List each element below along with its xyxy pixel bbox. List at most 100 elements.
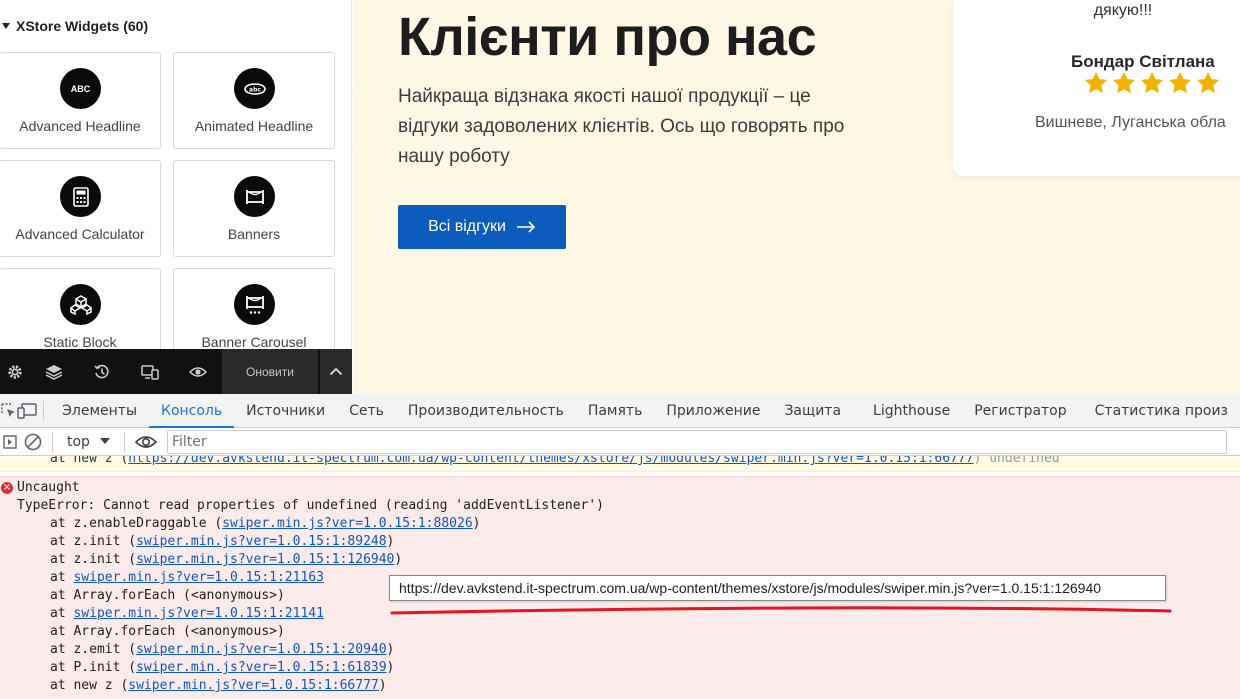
star-icon bbox=[1112, 71, 1136, 93]
widget-animated-headline[interactable]: abc Animated Headline bbox=[173, 52, 335, 149]
devtools: Элементы Консоль Источники Сеть Производ… bbox=[0, 394, 1240, 699]
stack-frame: at z.enableDraggable (swiper.min.js?ver=… bbox=[50, 515, 480, 533]
review-text: дякую!!! bbox=[1093, 2, 1153, 19]
history-icon[interactable] bbox=[78, 349, 126, 394]
widget-advanced-headline[interactable]: ABC Advanced Headline bbox=[0, 52, 161, 149]
frame-text: at z.emit ( bbox=[50, 642, 137, 657]
frame-text: at Array.forEach (<anonymous>) bbox=[50, 588, 285, 603]
page-preview: Клієнти про нас Найкраща відзнака якості… bbox=[353, 0, 1240, 394]
widget-category-header[interactable]: XStore Widgets (60) bbox=[0, 12, 148, 40]
widget-label: Advanced Calculator bbox=[15, 226, 145, 242]
reviewer-name: Бондар Світлана bbox=[1071, 52, 1215, 71]
stack-frame: at z.init (swiper.min.js?ver=1.0.15:1:89… bbox=[50, 533, 394, 551]
svg-text:abc: abc bbox=[249, 86, 261, 93]
widget-category-title: XStore Widgets (60) bbox=[16, 18, 149, 34]
source-link[interactable]: swiper.min.js?ver=1.0.15:1:21141 bbox=[73, 606, 323, 621]
frame-text: at Array.forEach (<anonymous>) bbox=[50, 624, 285, 639]
frame-text: at z.enableDraggable ( bbox=[50, 516, 223, 531]
frame-close: ) bbox=[386, 642, 395, 657]
device-toolbar-icon[interactable] bbox=[17, 394, 38, 428]
warning-line: at new z (https://dev.avkstend.it-spectr… bbox=[50, 456, 1060, 466]
stack-frame: at swiper.min.js?ver=1.0.15:1:21163 bbox=[50, 569, 324, 587]
rating-stars bbox=[1083, 70, 1221, 96]
section-title: Клієнти про нас bbox=[398, 7, 817, 67]
error-x-icon: × bbox=[1, 482, 13, 494]
all-reviews-button[interactable]: Всі відгуки bbox=[398, 205, 566, 249]
stack-frame: at P.init (swiper.min.js?ver=1.0.15:1:61… bbox=[50, 659, 394, 677]
console-warning-row: at new z (https://dev.avkstend.it-spectr… bbox=[0, 456, 1240, 472]
abc-icon: ABC bbox=[60, 68, 101, 109]
frame-close: ) bbox=[472, 516, 481, 531]
panel-footer: Оновити bbox=[0, 349, 352, 394]
navigator-layers-icon[interactable] bbox=[30, 349, 78, 394]
tab-performance[interactable]: Производительность bbox=[396, 394, 576, 428]
stack-frame: at swiper.min.js?ver=1.0.15:1:21141 bbox=[50, 605, 324, 623]
update-button[interactable]: Оновити bbox=[222, 349, 318, 394]
source-link[interactable]: swiper.min.js?ver=1.0.15:1:61839 bbox=[136, 660, 386, 675]
inspect-element-icon[interactable] bbox=[0, 394, 17, 428]
widget-advanced-calculator[interactable]: Advanced Calculator bbox=[0, 160, 161, 257]
tab-lighthouse[interactable]: Lighthouse bbox=[861, 394, 962, 428]
widget-label: Banner Carousel bbox=[201, 334, 307, 350]
star-icon bbox=[1084, 71, 1108, 93]
caret-down-icon bbox=[2, 23, 10, 29]
elementor-panel: XStore Widgets (60) ABC Advanced Headlin… bbox=[0, 0, 352, 394]
source-link[interactable]: swiper.min.js?ver=1.0.15:1:89248 bbox=[136, 534, 386, 549]
context-value: top bbox=[67, 433, 90, 450]
divider bbox=[123, 431, 125, 452]
stack-frame: at new z (swiper.min.js?ver=1.0.15:1:667… bbox=[50, 677, 387, 695]
star-icon bbox=[1168, 71, 1192, 93]
tab-elements[interactable]: Элементы bbox=[50, 394, 149, 428]
settings-gear-icon[interactable] bbox=[0, 349, 30, 394]
context-selector[interactable]: top bbox=[59, 434, 118, 450]
all-reviews-label: Всі відгуки bbox=[428, 218, 506, 235]
stack-frame: at z.init (swiper.min.js?ver=1.0.15:1:12… bbox=[50, 551, 402, 569]
stack-frame: at Array.forEach (<anonymous>) bbox=[50, 623, 285, 641]
live-expression-eye-icon[interactable] bbox=[131, 425, 161, 459]
review-card: дякую!!! Бондар Світлана Вишневе, Луганс… bbox=[953, 0, 1240, 176]
tab-console[interactable]: Консоль bbox=[149, 394, 235, 428]
clear-console-icon[interactable] bbox=[20, 425, 46, 459]
tab-memory[interactable]: Память bbox=[576, 394, 655, 428]
preview-eye-icon[interactable] bbox=[174, 349, 222, 394]
stack-frame: at Array.forEach (<anonymous>) bbox=[50, 587, 285, 605]
dropdown-arrow-icon bbox=[99, 438, 110, 444]
tab-application[interactable]: Приложение bbox=[654, 394, 772, 428]
star-icon bbox=[1196, 71, 1220, 93]
console-output: at new z (https://dev.avkstend.it-spectr… bbox=[0, 456, 1240, 699]
widget-label: Static Block bbox=[43, 334, 117, 350]
link-url-tooltip: https://dev.avkstend.it-spectrum.com.ua/… bbox=[389, 575, 1166, 601]
frame-close: ) bbox=[394, 552, 403, 567]
responsive-mode-icon[interactable] bbox=[126, 349, 174, 394]
banner-icon bbox=[234, 176, 275, 217]
source-link[interactable]: swiper.min.js?ver=1.0.15:1:126940 bbox=[136, 552, 394, 567]
error-header[interactable]: Uncaught bbox=[17, 479, 80, 497]
devtools-tabbar: Элементы Консоль Источники Сеть Производ… bbox=[0, 394, 1240, 428]
frame-text: at z.init ( bbox=[50, 534, 137, 549]
frame-text: at bbox=[50, 606, 74, 621]
chevron-up-icon[interactable] bbox=[320, 349, 352, 394]
tab-sources[interactable]: Источники bbox=[234, 394, 337, 428]
tab-security[interactable]: Защита bbox=[772, 394, 853, 428]
console-filter-input[interactable] bbox=[166, 429, 1227, 454]
source-link[interactable]: swiper.min.js?ver=1.0.15:1:20940 bbox=[136, 642, 386, 657]
banner-carousel-icon bbox=[234, 284, 275, 325]
frame-text: at P.init ( bbox=[50, 660, 137, 675]
cubes-icon bbox=[60, 284, 101, 325]
widget-banners[interactable]: Banners bbox=[173, 160, 335, 257]
sidebar-toggle-icon[interactable] bbox=[0, 425, 20, 459]
source-link[interactable]: swiper.min.js?ver=1.0.15:1:21163 bbox=[73, 570, 323, 585]
console-toolbar: top bbox=[0, 428, 1240, 456]
tab-performance-insights[interactable]: Статистика произ bbox=[1083, 394, 1240, 428]
source-link[interactable]: https://dev.avkstend.it-spectrum.com.ua/… bbox=[128, 456, 973, 466]
error-message: TypeError: Cannot read properties of und… bbox=[17, 498, 604, 513]
divider bbox=[52, 431, 53, 452]
frame-close: ) bbox=[386, 660, 395, 675]
tab-recorder[interactable]: Регистратор bbox=[962, 394, 1078, 428]
tab-network[interactable]: Сеть bbox=[337, 394, 396, 428]
source-link[interactable]: swiper.min.js?ver=1.0.15:1:88026 bbox=[222, 516, 472, 531]
frame-text: at z.init ( bbox=[50, 552, 137, 567]
section-description: Найкраща відзнака якості нашої продукції… bbox=[398, 86, 845, 167]
source-link[interactable]: swiper.min.js?ver=1.0.15:1:66777 bbox=[128, 678, 378, 693]
widget-label: Banners bbox=[227, 226, 281, 242]
